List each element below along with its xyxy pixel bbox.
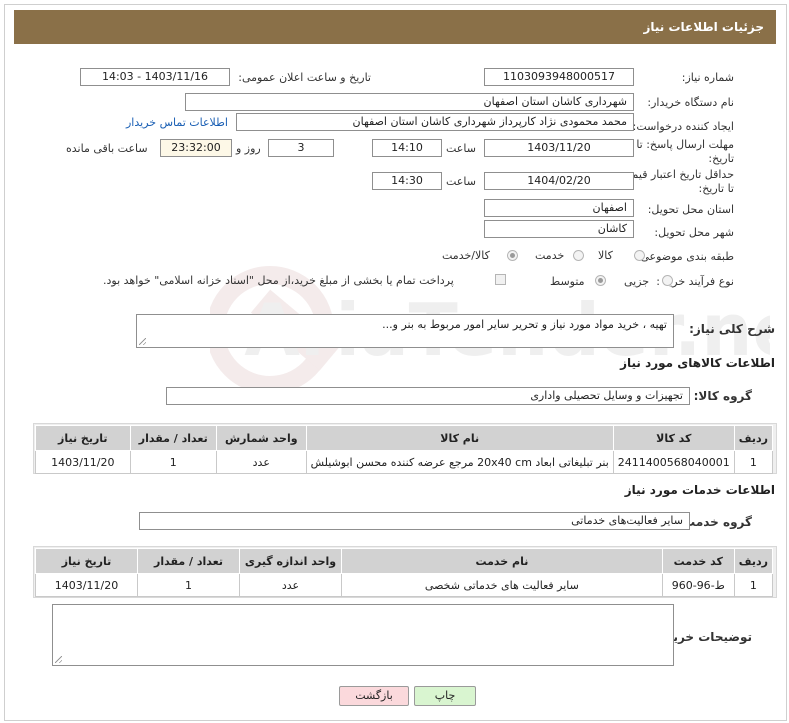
- goods-table-header: ردیف کد کالا نام کالا واحد شمارش تعداد /…: [35, 425, 774, 451]
- remaining-label: ساعت باقی مانده: [66, 142, 148, 155]
- need-number-field: 1103093948000517: [484, 68, 634, 86]
- col-service-name: نام خدمت: [341, 548, 663, 574]
- category-label: طبقه بندی موضوعی:: [636, 250, 734, 263]
- category-service-radio[interactable]: [573, 250, 584, 261]
- category-goods-radio[interactable]: [634, 250, 645, 261]
- deadline-label: مهلت ارسال پاسخ: تا تاریخ:: [636, 138, 734, 165]
- col-quantity: تعداد / مقدار: [129, 425, 217, 451]
- cell-unit: عدد: [239, 573, 342, 597]
- deadline-time-label: ساعت: [446, 142, 476, 155]
- col-quantity: تعداد / مقدار: [137, 548, 240, 574]
- description-text: تهیه ، خرید مواد مورد نیاز و تحریر سایر …: [382, 318, 667, 331]
- cell-need-date: 1403/11/20: [35, 573, 138, 597]
- cell-service-name: سایر فعالیت های خدماتی شخصی: [341, 573, 663, 597]
- city-label: شهر محل تحویل:: [654, 226, 734, 239]
- buyer-org-field: شهرداری کاشان استان اصفهان: [185, 93, 634, 111]
- services-table: ردیف کد خدمت نام خدمت واحد اندازه گیری ت…: [35, 548, 774, 597]
- col-goods-code: کد کالا: [612, 425, 735, 451]
- table-row: 1 ط-96-960 سایر فعالیت های خدماتی شخصی ع…: [35, 573, 774, 597]
- goods-table: ردیف کد کالا نام کالا واحد شمارش تعداد /…: [35, 425, 774, 474]
- services-table-header: ردیف کد خدمت نام خدمت واحد اندازه گیری ت…: [35, 548, 774, 574]
- days-field: 3: [268, 139, 334, 157]
- print-button[interactable]: چاپ: [414, 686, 476, 706]
- province-field: اصفهان: [484, 199, 634, 217]
- creator-field: محمد محمودی نژاد کارپرداز شهرداری کاشان …: [236, 113, 634, 131]
- description-label: شرح کلی نیاز:: [689, 322, 775, 336]
- treasury-payment-text: پرداخت تمام یا بخشی از مبلغ خرید،از محل …: [103, 274, 454, 287]
- remaining-time-field: 23:32:00: [160, 139, 232, 157]
- col-need-date: تاریخ نیاز: [35, 425, 131, 451]
- cell-need-date: 1403/11/20: [35, 450, 131, 474]
- buyer-org-label: نام دستگاه خریدار:: [647, 96, 734, 109]
- city-field: کاشان: [484, 220, 634, 238]
- col-row-number: ردیف: [733, 548, 774, 574]
- services-group-field: سایر فعالیت‌های خدماتی: [139, 512, 690, 530]
- cell-goods-code: 2411400568040001: [612, 450, 735, 474]
- services-section-title: اطلاعات خدمات مورد نیاز: [624, 483, 775, 497]
- cell-quantity: 1: [137, 573, 240, 597]
- category-both-radio[interactable]: [507, 250, 518, 261]
- category-both-label: کالا/خدمت: [442, 249, 490, 262]
- description-field: تهیه ، خرید مواد مورد نیاز و تحریر سایر …: [136, 314, 674, 348]
- col-service-code: کد خدمت: [661, 548, 735, 574]
- process-medium-label: متوسط: [550, 275, 585, 288]
- page-header: جزئیات اطلاعات نیاز: [14, 10, 776, 44]
- category-goods-label: کالا: [598, 249, 613, 262]
- process-minor-label: جزیی: [624, 275, 650, 288]
- announce-label: تاریخ و ساعت اعلان عمومی:: [238, 71, 371, 84]
- col-row-number: ردیف: [733, 425, 774, 451]
- province-label: استان محل تحویل:: [647, 203, 734, 216]
- deadline-date-field: 1403/11/20: [484, 139, 634, 157]
- goods-group-field: تجهیزات و وسایل تحصیلی واداری: [166, 387, 690, 405]
- goods-section-title: اطلاعات کالاهای مورد نیاز: [620, 356, 775, 370]
- cell-unit: عدد: [215, 450, 307, 474]
- resize-grip[interactable]: [55, 656, 62, 663]
- deadline-time-field: 14:10: [372, 139, 442, 157]
- validity-date-field: 1404/02/20: [484, 172, 634, 190]
- validity-time-field: 14:30: [372, 172, 442, 190]
- col-need-date: تاریخ نیاز: [35, 548, 138, 574]
- validity-time-label: ساعت: [446, 175, 476, 188]
- page-title: جزئیات اطلاعات نیاز: [643, 20, 764, 34]
- cell-row-number: 1: [733, 573, 774, 597]
- col-goods-name: نام کالا: [305, 425, 614, 451]
- treasury-payment-checkbox[interactable]: [495, 274, 506, 285]
- need-number-label: شماره نیاز:: [681, 71, 734, 84]
- cell-quantity: 1: [129, 450, 217, 474]
- creator-label: ایجاد کننده درخواست:: [632, 120, 734, 133]
- buyer-contact-link[interactable]: اطلاعات تماس خریدار: [126, 116, 228, 129]
- cell-row-number: 1: [733, 450, 774, 474]
- announce-field: 1403/11/16 - 14:03: [80, 68, 230, 86]
- col-unit: واحد شمارش: [215, 425, 307, 451]
- back-button[interactable]: بازگشت: [339, 686, 409, 706]
- process-minor-radio[interactable]: [662, 275, 673, 286]
- goods-group-label: گروه کالا:: [693, 389, 752, 403]
- cell-goods-name: بنر تبلیغاتی ابعاد 20x40 cm مرجع عرضه کن…: [305, 450, 614, 474]
- resize-grip[interactable]: [139, 338, 146, 345]
- cell-service-code: ط-96-960: [661, 573, 735, 597]
- table-row: 1 2411400568040001 بنر تبلیغاتی ابعاد 20…: [35, 450, 774, 474]
- buyer-notes-field: [52, 604, 674, 666]
- process-medium-radio[interactable]: [595, 275, 606, 286]
- days-label: روز و: [236, 142, 261, 155]
- category-service-label: خدمت: [535, 249, 565, 262]
- col-unit: واحد اندازه گیری: [239, 548, 342, 574]
